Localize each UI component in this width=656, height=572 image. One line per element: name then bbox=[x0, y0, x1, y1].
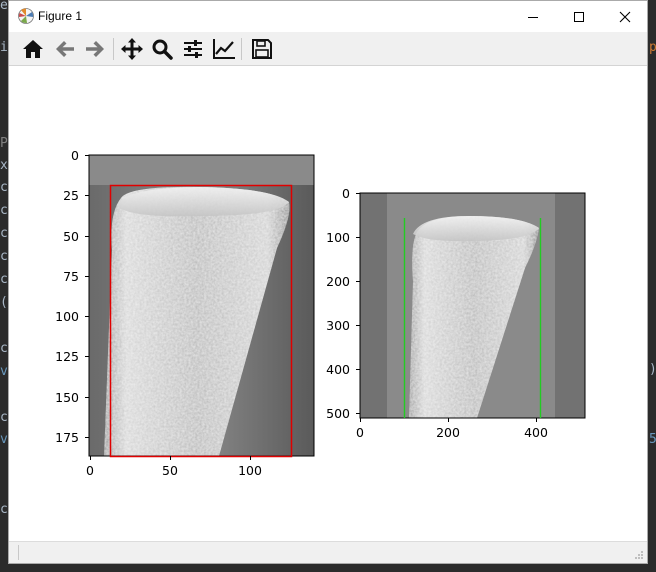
ghost-char: c bbox=[0, 272, 8, 287]
y-tick-label: 150 bbox=[55, 390, 79, 405]
x-tick-label: 100 bbox=[238, 463, 262, 478]
y-tick-label: 0 bbox=[71, 148, 79, 163]
x-tick-label: 0 bbox=[86, 463, 94, 478]
ghost-char: 5 bbox=[649, 432, 656, 447]
move-icon bbox=[121, 38, 143, 60]
ghost-char: i bbox=[0, 40, 8, 55]
y-tick-label: 75 bbox=[63, 269, 79, 284]
right-y-axis: 0 100 200 300 400 500 bbox=[326, 186, 360, 421]
pan-button[interactable] bbox=[118, 35, 146, 63]
ghost-char: c bbox=[0, 203, 8, 218]
ghost-char: c bbox=[0, 249, 8, 264]
close-icon bbox=[619, 11, 631, 22]
ghost-char: e bbox=[0, 0, 8, 13]
ghost-char: x bbox=[0, 158, 8, 173]
y-tick-label: 300 bbox=[326, 318, 350, 333]
x-tick-label: 400 bbox=[524, 425, 548, 440]
figure-plot-area[interactable]: 0 25 50 75 100 125 150 175 0 50 100 0 10… bbox=[9, 66, 647, 543]
right-x-axis: 0 200 400 bbox=[356, 418, 548, 440]
resize-grip-icon[interactable] bbox=[634, 550, 644, 560]
y-tick-label: 400 bbox=[326, 362, 350, 377]
ghost-char: ) bbox=[649, 362, 656, 377]
status-message-field bbox=[18, 545, 19, 560]
ghost-char: v bbox=[0, 432, 8, 447]
back-button[interactable] bbox=[51, 35, 79, 63]
home-button[interactable] bbox=[19, 35, 47, 63]
x-tick-label: 50 bbox=[162, 463, 178, 478]
ghost-char: c bbox=[0, 502, 8, 517]
floppy-disk-icon bbox=[252, 39, 272, 59]
navigation-toolbar bbox=[9, 32, 647, 66]
edit-axis-button[interactable] bbox=[210, 35, 238, 63]
zoom-button[interactable] bbox=[148, 35, 176, 63]
magnifier-icon bbox=[152, 39, 173, 60]
y-tick-label: 100 bbox=[326, 230, 350, 245]
close-button[interactable] bbox=[602, 1, 648, 32]
title-bar[interactable]: Figure 1 bbox=[9, 1, 647, 32]
figure-window: Figure 1 0 25 50 75 100 125 150 175 0 50… bbox=[8, 0, 648, 564]
minimize-button[interactable] bbox=[510, 1, 556, 32]
right-xray-image bbox=[359, 192, 586, 419]
toolbar-separator bbox=[241, 38, 242, 60]
x-tick-label: 200 bbox=[436, 425, 460, 440]
arrow-right-icon bbox=[86, 41, 104, 57]
left-xray-image bbox=[88, 154, 315, 457]
toolbar-separator bbox=[113, 38, 114, 60]
ghost-char: c bbox=[0, 410, 8, 425]
y-tick-label: 25 bbox=[63, 188, 79, 203]
matplotlib-app-icon bbox=[18, 8, 34, 24]
ghost-char: ( bbox=[0, 295, 8, 310]
y-tick-label: 0 bbox=[342, 186, 350, 201]
y-tick-label: 175 bbox=[55, 430, 79, 445]
left-x-axis: 0 50 100 bbox=[86, 456, 262, 478]
ghost-char: P bbox=[0, 136, 8, 151]
ghost-char: v bbox=[0, 364, 8, 379]
sliders-icon bbox=[184, 40, 202, 58]
ghost-char: c bbox=[0, 180, 8, 195]
maximize-button[interactable] bbox=[556, 1, 602, 32]
right-image-axes: 0 100 200 300 400 500 0 200 400 bbox=[326, 186, 586, 440]
y-tick-label: 200 bbox=[326, 274, 350, 289]
forward-button[interactable] bbox=[81, 35, 109, 63]
home-icon bbox=[23, 40, 43, 58]
save-button[interactable] bbox=[248, 35, 276, 63]
arrow-left-icon bbox=[56, 41, 74, 57]
figure-canvas[interactable]: 0 25 50 75 100 125 150 175 0 50 100 0 10… bbox=[9, 66, 647, 543]
y-tick-label: 50 bbox=[63, 229, 79, 244]
window-title: Figure 1 bbox=[38, 9, 83, 23]
x-tick-label: 0 bbox=[356, 425, 364, 440]
ghost-char: c bbox=[0, 341, 8, 356]
status-bar bbox=[9, 541, 647, 563]
line-chart-icon bbox=[213, 39, 235, 59]
ghost-char: p bbox=[649, 40, 656, 55]
configure-subplots-button[interactable] bbox=[179, 35, 207, 63]
y-tick-label: 500 bbox=[326, 406, 350, 421]
maximize-icon bbox=[574, 11, 584, 22]
y-tick-label: 100 bbox=[55, 309, 79, 324]
left-y-axis: 0 25 50 75 100 125 150 175 bbox=[55, 148, 89, 445]
left-image-axes: 0 25 50 75 100 125 150 175 0 50 100 bbox=[55, 148, 315, 478]
minimize-icon bbox=[528, 16, 538, 18]
y-tick-label: 125 bbox=[55, 349, 79, 364]
ghost-char: c bbox=[0, 226, 8, 241]
